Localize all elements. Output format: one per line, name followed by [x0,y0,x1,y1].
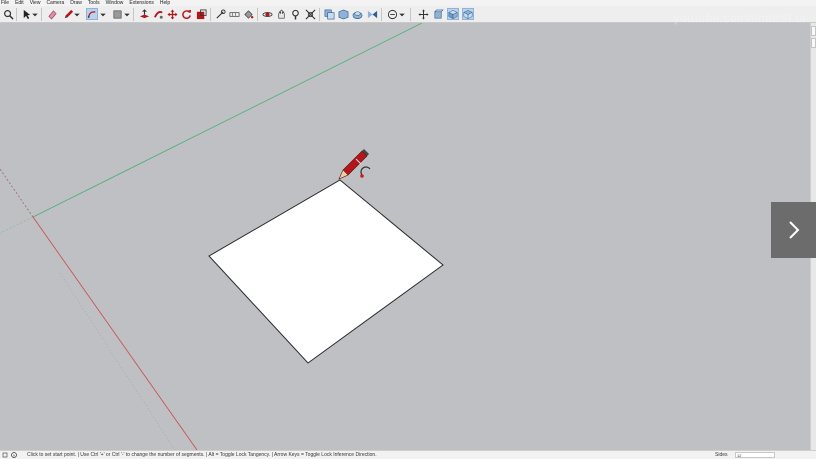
section-icon[interactable] [386,8,398,20]
toolbar-separator [381,8,382,21]
scale-icon[interactable] [195,8,207,20]
geolocation-icon[interactable] [2,452,8,458]
chevron-right-icon [788,221,799,239]
info-icon[interactable] [11,452,17,458]
rotate-icon[interactable] [180,8,192,20]
next-button[interactable] [771,202,816,258]
sides-input[interactable]: 12 [735,452,775,458]
toolbar-separator [133,8,134,21]
toolbar-separator [319,8,320,21]
toolbar-separator [41,8,42,21]
chevron-down-icon[interactable] [31,8,39,20]
move-icon[interactable] [166,8,178,20]
viewport-canvas[interactable] [0,23,810,450]
pan-icon[interactable] [275,8,287,20]
inference-line [59,272,176,450]
view-front-icon[interactable] [432,8,444,20]
pencil-cursor-icon [338,149,369,180]
tape-measure-icon[interactable] [214,8,226,20]
toolbar-separator [210,8,211,21]
eraser-icon[interactable] [46,8,58,20]
chevron-down-icon[interactable] [123,8,131,20]
outer-shell-icon[interactable] [337,8,349,20]
red-axis [32,216,198,450]
split-icon[interactable] [366,8,378,20]
view-top-icon[interactable] [462,8,474,20]
solid-tools-icon[interactable] [351,8,363,20]
shapes-icon[interactable] [111,8,123,20]
status-message: Click to set start point. | Use Ctrl '+'… [27,452,377,458]
view-iso-icon[interactable] [447,8,459,20]
chevron-down-icon[interactable] [398,8,406,20]
tray-tab[interactable] [811,26,816,36]
zoom-icon[interactable] [2,8,14,20]
paint-bucket-icon[interactable] [242,8,254,20]
walk-icon[interactable] [417,8,429,20]
red-axis-negative [0,168,34,218]
arc-icon[interactable] [86,8,98,20]
toolbar-separator [16,8,17,21]
tray-tab[interactable] [811,38,816,48]
dimension-icon[interactable] [228,8,240,20]
model-viewport[interactable] [0,23,810,450]
green-axis-negative [0,216,34,234]
sides-label: Sides [715,452,728,458]
orbit-icon[interactable] [261,8,273,20]
zoom-view-icon[interactable] [289,8,301,20]
green-axis [32,23,423,218]
main-toolbar: youtube.com/lindaSI.ui [0,6,816,25]
rectangle-face[interactable] [208,179,444,364]
chevron-down-icon[interactable] [99,8,107,20]
chevron-down-icon[interactable] [73,8,81,20]
zoom-extents-icon[interactable] [304,8,316,20]
arc-cursor-icon [360,166,371,178]
intersect-icon[interactable] [323,8,335,20]
toolbar-separator [257,8,258,21]
toolbar-separator [410,8,411,21]
followme-icon[interactable] [152,8,164,20]
pushpull-icon[interactable] [138,8,150,20]
status-bar: Click to set start point. | Use Ctrl '+'… [0,450,816,459]
